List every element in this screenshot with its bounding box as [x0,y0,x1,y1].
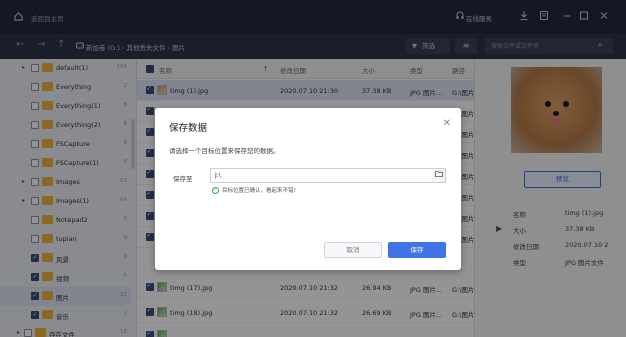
close-icon[interactable]: ✕ [443,118,451,129]
browse-folder-icon[interactable] [432,168,446,183]
save-path-input[interactable] [210,168,433,183]
validation-message: ✓ 目标位置已确认，看起来不错！ [212,186,299,194]
save-data-dialog: 保存数据 ✕ 请选择一个目标位置来保存您的数据。 保存至 ✓目标位置已确认，看起… [155,108,461,270]
dialog-message: 请选择一个目标位置来保存您的数据。 [169,147,280,155]
save-button[interactable]: 保存 [388,242,446,258]
save-to-label: 保存至 [173,175,193,183]
cancel-button[interactable]: 取消 [324,242,382,258]
check-circle-icon: ✓ [212,187,219,194]
dialog-title: 保存数据 [169,123,208,134]
validation-text: 目标位置已确认，看起来不错！ [222,188,300,194]
